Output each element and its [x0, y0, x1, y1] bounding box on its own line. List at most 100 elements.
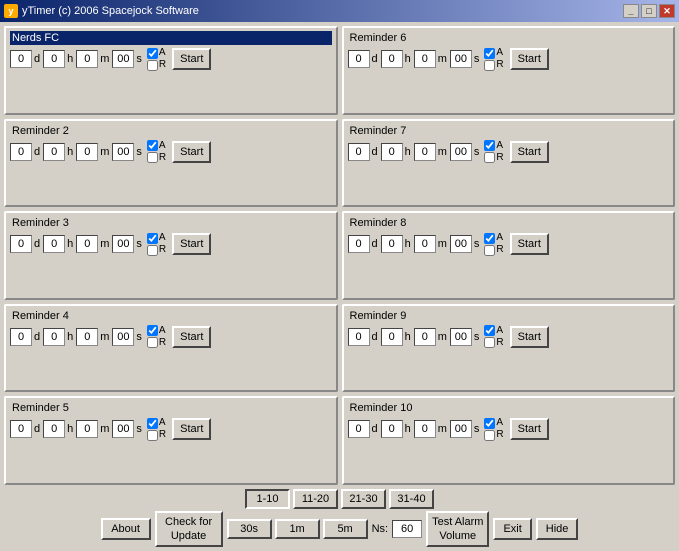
timer-seconds-6[interactable] — [112, 328, 134, 346]
timer-minutes-9[interactable] — [414, 420, 436, 438]
timer-hours-4[interactable] — [43, 235, 65, 253]
timer-repeat-checkbox-5[interactable] — [484, 245, 495, 256]
timer-days-3[interactable] — [348, 143, 370, 161]
timer-minutes-5[interactable] — [414, 235, 436, 253]
hide-button[interactable]: Hide — [536, 518, 579, 540]
timer-hours-8[interactable] — [43, 420, 65, 438]
start-button-3[interactable]: Start — [510, 141, 549, 163]
timer-seconds-3[interactable] — [450, 143, 472, 161]
timer-name-5[interactable]: Reminder 8 — [348, 216, 670, 230]
timer-seconds-1[interactable] — [450, 50, 472, 68]
page-button-21-30[interactable]: 21-30 — [341, 489, 386, 509]
timer-minutes-6[interactable] — [76, 328, 98, 346]
timer-repeat-checkbox-1[interactable] — [484, 60, 495, 71]
timer-hours-0[interactable] — [43, 50, 65, 68]
check-for-update-button[interactable]: Check forUpdate — [155, 511, 223, 547]
timer-days-7[interactable] — [348, 328, 370, 346]
timer-hours-7[interactable] — [381, 328, 403, 346]
timer-alarm-checkbox-9[interactable] — [484, 418, 495, 429]
timer-hours-9[interactable] — [381, 420, 403, 438]
timer-controls-3: dhmsARStart — [348, 140, 670, 164]
timer-alarm-checkbox-3[interactable] — [484, 140, 495, 151]
timer-hours-2[interactable] — [43, 143, 65, 161]
exit-button[interactable]: Exit — [493, 518, 531, 540]
timer-alarm-checkbox-7[interactable] — [484, 325, 495, 336]
timer-repeat-checkbox-2[interactable] — [147, 152, 158, 163]
timer-seconds-4[interactable] — [112, 235, 134, 253]
timer-repeat-checkbox-4[interactable] — [147, 245, 158, 256]
timer-repeat-checkbox-3[interactable] — [484, 152, 495, 163]
timer-name-9[interactable]: Reminder 10 — [348, 401, 670, 415]
timer-seconds-8[interactable] — [112, 420, 134, 438]
timer-name-7[interactable]: Reminder 9 — [348, 309, 670, 323]
timer-days-0[interactable] — [10, 50, 32, 68]
minimize-button[interactable]: _ — [623, 4, 639, 18]
seconds-label-3: s — [474, 146, 480, 158]
test-alarm-volume-button[interactable]: Test AlarmVolume — [426, 511, 489, 547]
timer-seconds-2[interactable] — [112, 143, 134, 161]
timer-hours-3[interactable] — [381, 143, 403, 161]
timer-days-8[interactable] — [10, 420, 32, 438]
timer-hours-6[interactable] — [43, 328, 65, 346]
timer-alarm-checkbox-8[interactable] — [147, 418, 158, 429]
page-button-31-40[interactable]: 31-40 — [389, 489, 434, 509]
start-button-9[interactable]: Start — [510, 418, 549, 440]
quick-time-button-30s[interactable]: 30s — [227, 519, 272, 539]
timer-minutes-4[interactable] — [76, 235, 98, 253]
timer-repeat-checkbox-6[interactable] — [147, 337, 158, 348]
start-button-1[interactable]: Start — [510, 48, 549, 70]
page-button-11-20[interactable]: 11-20 — [293, 489, 338, 509]
timer-minutes-3[interactable] — [414, 143, 436, 161]
start-button-6[interactable]: Start — [172, 326, 211, 348]
start-button-5[interactable]: Start — [510, 233, 549, 255]
quick-time-button-1m[interactable]: 1m — [275, 519, 320, 539]
start-button-0[interactable]: Start — [172, 48, 211, 70]
timer-days-9[interactable] — [348, 420, 370, 438]
timer-seconds-7[interactable] — [450, 328, 472, 346]
timer-alarm-checkbox-2[interactable] — [147, 140, 158, 151]
timer-repeat-checkbox-8[interactable] — [147, 430, 158, 441]
timer-alarm-checkbox-5[interactable] — [484, 233, 495, 244]
about-button[interactable]: About — [101, 518, 151, 540]
timer-repeat-checkbox-7[interactable] — [484, 337, 495, 348]
start-button-7[interactable]: Start — [510, 326, 549, 348]
timer-name-1[interactable]: Reminder 6 — [348, 31, 670, 45]
close-button[interactable]: ✕ — [659, 4, 675, 18]
timer-alarm-checkbox-1[interactable] — [484, 48, 495, 59]
timer-name-8[interactable]: Reminder 5 — [10, 401, 332, 415]
maximize-button[interactable]: □ — [641, 4, 657, 18]
timer-days-4[interactable] — [10, 235, 32, 253]
timer-name-6[interactable]: Reminder 4 — [10, 309, 332, 323]
timer-minutes-0[interactable] — [76, 50, 98, 68]
timer-days-2[interactable] — [10, 143, 32, 161]
timer-name-2[interactable]: Reminder 2 — [10, 124, 332, 138]
page-button-1-10[interactable]: 1-10 — [245, 489, 290, 509]
timer-alarm-checkbox-6[interactable] — [147, 325, 158, 336]
timer-days-6[interactable] — [10, 328, 32, 346]
start-button-2[interactable]: Start — [172, 141, 211, 163]
timer-name-4[interactable]: Reminder 3 — [10, 216, 332, 230]
timer-repeat-checkbox-9[interactable] — [484, 430, 495, 441]
timer-hours-1[interactable] — [381, 50, 403, 68]
timer-days-1[interactable] — [348, 50, 370, 68]
timer-repeat-checkbox-0[interactable] — [147, 60, 158, 71]
timer-minutes-8[interactable] — [76, 420, 98, 438]
timer-name-3[interactable]: Reminder 7 — [348, 124, 670, 138]
timer-seconds-9[interactable] — [450, 420, 472, 438]
days-label-8: d — [34, 423, 40, 435]
timer-hours-5[interactable] — [381, 235, 403, 253]
repeat-label-0: R — [159, 59, 166, 71]
timer-name-0[interactable]: Nerds FC — [10, 31, 332, 45]
quick-time-button-5m[interactable]: 5m — [323, 519, 368, 539]
timer-alarm-checkbox-0[interactable] — [147, 48, 158, 59]
timer-seconds-5[interactable] — [450, 235, 472, 253]
timer-days-5[interactable] — [348, 235, 370, 253]
ns-input[interactable] — [392, 520, 422, 538]
timer-minutes-2[interactable] — [76, 143, 98, 161]
timer-minutes-7[interactable] — [414, 328, 436, 346]
timer-seconds-0[interactable] — [112, 50, 134, 68]
start-button-4[interactable]: Start — [172, 233, 211, 255]
start-button-8[interactable]: Start — [172, 418, 211, 440]
timer-minutes-1[interactable] — [414, 50, 436, 68]
timer-alarm-checkbox-4[interactable] — [147, 233, 158, 244]
